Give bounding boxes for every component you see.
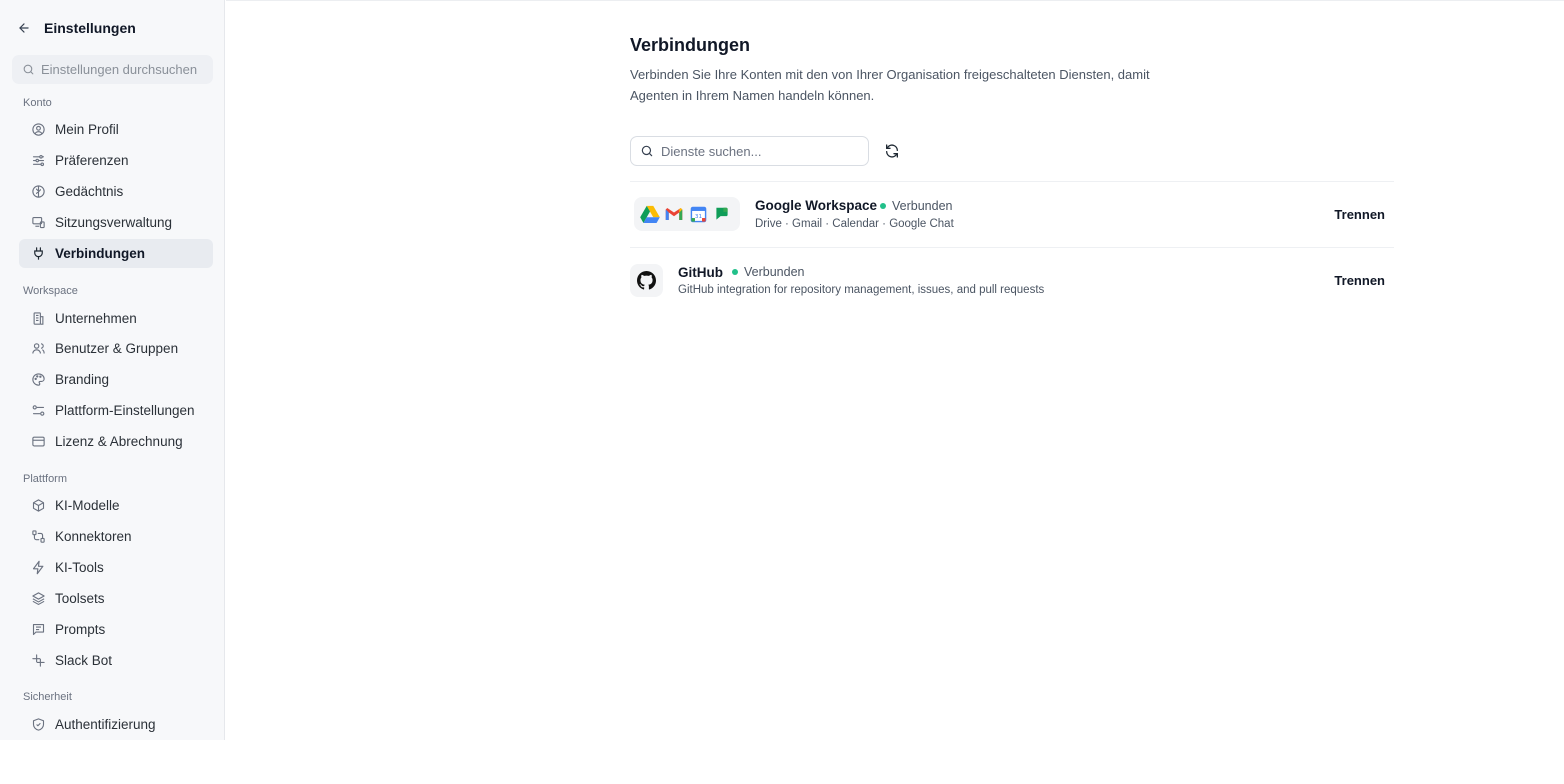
settings-search-input[interactable] [41,62,211,77]
settings-sidebar: Einstellungen Konto Mein Profil Präferen… [0,0,225,740]
sidebar-item-unternehmen[interactable]: Unternehmen [19,304,213,333]
search-icon [640,144,654,158]
cube-icon [30,498,46,514]
svg-text:31: 31 [694,214,702,220]
shield-check-icon [30,717,46,733]
connection-name: GitHub [678,265,723,280]
sidebar-item-label: KI-Modelle [55,498,120,513]
section-label-workspace: Workspace [23,285,78,297]
sidebar-item-label: Mein Profil [55,122,119,137]
sidebar-item-plattform-einstellungen[interactable]: Plattform-Einstellungen [19,396,213,425]
sidebar-item-label: Prompts [55,622,106,637]
sidebar-item-label: Unternehmen [55,311,137,326]
connection-row-google-workspace: 31 Google Workspace Verbunden Drive · Gm… [630,182,1394,248]
sliders-icon [30,153,46,169]
settings-search[interactable] [12,55,213,84]
palette-icon [30,372,46,388]
sidebar-item-label: KI-Tools [55,560,104,575]
sidebar-item-ki-modelle[interactable]: KI-Modelle [19,491,213,520]
slack-icon [30,653,46,669]
main-content: Verbindungen Verbinden Sie Ihre Konten m… [226,0,1564,740]
github-icon [630,264,663,297]
settings-toggle-icon [30,403,46,419]
users-icon [30,341,46,357]
google-calendar-icon: 31 [686,202,710,226]
disconnect-button-google-workspace[interactable]: Trennen [1334,207,1385,222]
sidebar-item-slack-bot[interactable]: Slack Bot [19,646,213,675]
sidebar-item-label: Authentifizierung [55,717,156,732]
plug-icon [30,246,46,262]
services-search[interactable] [630,136,869,166]
user-circle-icon [30,122,46,138]
status-badge: Verbunden [880,199,952,213]
connection-name: Google Workspace [755,198,878,213]
refresh-icon[interactable] [883,142,901,160]
gmail-icon [662,202,686,226]
layers-icon [30,591,46,607]
message-square-icon [30,622,46,638]
sidebar-item-gedaechtnis[interactable]: Gedächtnis [19,177,213,206]
section-label-sicherheit: Sicherheit [23,691,72,703]
sidebar-item-mein-profil[interactable]: Mein Profil [19,115,213,144]
brain-icon [30,184,46,200]
sidebar-item-toolsets[interactable]: Toolsets [19,584,213,613]
sidebar-item-label: Gedächtnis [55,184,124,199]
search-icon [22,63,35,76]
sidebar-title: Einstellungen [44,20,136,36]
sidebar-item-label: Präferenzen [55,153,129,168]
status-dot-icon [732,269,738,275]
building-icon [30,311,46,327]
sidebar-item-lizenz-abrechnung[interactable]: Lizenz & Abrechnung [19,427,213,456]
sidebar-header: Einstellungen [16,17,136,39]
devices-icon [30,215,46,231]
sidebar-item-ki-tools[interactable]: KI-Tools [19,553,213,582]
sidebar-item-prompts[interactable]: Prompts [19,615,213,644]
connection-description: GitHub integration for repository manage… [678,284,1045,296]
sidebar-item-branding[interactable]: Branding [19,365,213,394]
status-badge: Verbunden [732,265,804,279]
connection-row-github: GitHub Verbunden GitHub integration for … [630,248,1394,314]
section-label-plattform: Plattform [23,473,68,485]
sidebar-item-label: Sitzungsverwaltung [55,215,173,230]
sidebar-item-benutzer-gruppen[interactable]: Benutzer & Gruppen [19,334,213,363]
page-title: Verbindungen [630,35,751,55]
sidebar-item-sitzungsverwaltung[interactable]: Sitzungsverwaltung [19,208,213,237]
sidebar-item-label: Branding [55,372,110,387]
cable-icon [30,529,46,545]
sidebar-item-label: Konnektoren [55,529,132,544]
sidebar-item-verbindungen[interactable]: Verbindungen [19,239,213,268]
connection-description: Drive · Gmail · Calendar · Google Chat [755,218,954,230]
disconnect-button-github[interactable]: Trennen [1334,273,1385,288]
status-label: Verbunden [892,199,953,213]
sidebar-item-label: Verbindungen [55,246,146,261]
page-description: Verbinden Sie Ihre Konten mit den von Ih… [630,67,1150,103]
credit-card-icon [30,434,46,450]
sidebar-item-label: Plattform-Einstellungen [55,403,195,418]
status-label: Verbunden [744,265,805,279]
status-dot-icon [880,203,886,209]
google-drive-icon [638,202,662,226]
section-label-konto: Konto [23,97,52,109]
sidebar-item-label: Toolsets [55,591,105,606]
sidebar-item-label: Slack Bot [55,653,113,668]
arrow-left-icon[interactable] [16,20,32,36]
sidebar-item-praeferenzen[interactable]: Präferenzen [19,146,213,175]
sidebar-item-konnektoren[interactable]: Konnektoren [19,522,213,551]
google-chat-icon [710,202,734,226]
zap-icon [30,560,46,576]
google-icons-group: 31 [634,197,740,231]
sidebar-item-authentifizierung[interactable]: Authentifizierung [19,710,213,739]
sidebar-item-label: Benutzer & Gruppen [55,341,179,356]
services-search-input[interactable] [661,143,861,159]
sidebar-item-label: Lizenz & Abrechnung [55,434,183,449]
